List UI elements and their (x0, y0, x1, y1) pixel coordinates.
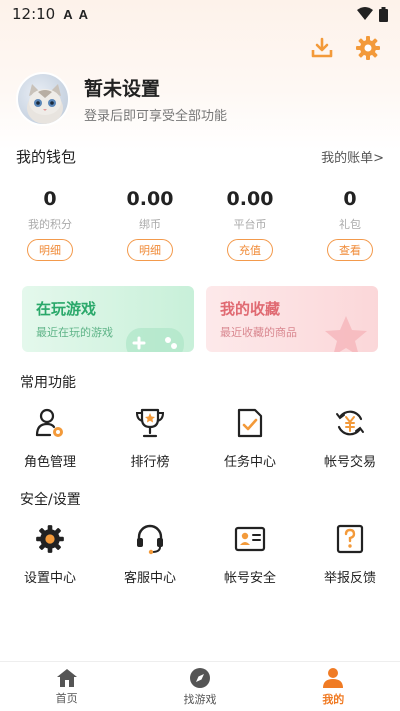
wallet-item-platform-coin: 0.00 平台币 充值 (200, 188, 300, 261)
security-settings-title: 安全/设置 (20, 492, 81, 508)
header-actions (308, 34, 382, 62)
account-trade-item[interactable]: 帐号交易 (300, 406, 400, 470)
wallet-value: 0.00 (226, 188, 274, 210)
id-card-icon (233, 522, 267, 556)
bottom-nav: 首页 找游戏 我的 (0, 661, 400, 711)
wallet-label: 礼包 (339, 218, 361, 231)
wallet-item-gift: 0 礼包 查看 (300, 188, 400, 261)
settings-center-item[interactable]: 设置中心 (0, 522, 100, 586)
common-functions-title: 常用功能 (20, 375, 76, 391)
account-security-item[interactable]: 帐号安全 (200, 522, 300, 586)
grid-label: 帐号安全 (223, 571, 276, 586)
favorites-card[interactable]: 我的收藏 最近收藏的商品 (206, 286, 378, 352)
notification-a-icon-2: A (78, 6, 89, 22)
wallet-item-bound-coin: 0.00 绑币 明细 (100, 188, 200, 261)
recharge-button[interactable]: 充值 (227, 239, 273, 261)
notification-a-icon: A (63, 6, 73, 22)
wallet-header: 我的钱包 我的账单> (16, 146, 384, 167)
compass-icon (189, 667, 210, 688)
playing-games-card[interactable]: 在玩游戏 最近在玩的游戏 (22, 286, 194, 352)
trophy-icon (133, 406, 167, 440)
nav-mine[interactable]: 我的 (267, 662, 400, 711)
wallet-title: 我的钱包 (16, 148, 77, 166)
grid-label: 角色管理 (23, 455, 76, 470)
common-functions-grid: 角色管理 排行榜 任务中心 帐号交易 (0, 406, 400, 470)
task-center-item[interactable]: 任务中心 (200, 406, 300, 470)
card-title: 在玩游戏 (36, 300, 97, 318)
leaderboard-item[interactable]: 排行榜 (100, 406, 200, 470)
profile-section[interactable]: 暂未设置 登录后即可享受全部功能 (16, 72, 227, 126)
trade-icon (333, 406, 367, 440)
wallet-value: 0 (343, 188, 357, 210)
nav-label: 找游戏 (183, 692, 217, 706)
status-time: 12:10 (12, 5, 56, 23)
customer-service-item[interactable]: 客服中心 (100, 522, 200, 586)
settings-icon (33, 522, 67, 556)
wallet-value: 0.00 (126, 188, 174, 210)
nav-label: 首页 (55, 691, 78, 705)
profile-name[interactable]: 暂未设置 (84, 74, 227, 101)
gift-view-button[interactable]: 查看 (327, 239, 373, 261)
gear-icon[interactable] (354, 34, 382, 62)
home-icon (56, 668, 77, 687)
report-feedback-item[interactable]: 举报反馈 (300, 522, 400, 586)
battery-icon (379, 6, 388, 22)
avatar[interactable] (16, 72, 70, 126)
security-settings-grid: 设置中心 客服中心 帐号安全 举报反馈 (0, 522, 400, 586)
wallet-grid: 0 我的积分 明细 0.00 绑币 明细 0.00 平台币 充值 0 礼包 查看 (0, 188, 400, 261)
points-detail-button[interactable]: 明细 (27, 239, 73, 261)
bound-coin-detail-button[interactable]: 明细 (127, 239, 173, 261)
gamepad-icon (126, 328, 184, 352)
nav-find-games[interactable]: 找游戏 (133, 662, 266, 711)
task-icon (233, 406, 267, 440)
headset-icon (133, 522, 167, 556)
wallet-item-points: 0 我的积分 明细 (0, 188, 100, 261)
wifi-icon (357, 7, 373, 20)
grid-label: 客服中心 (123, 571, 176, 586)
wallet-value: 0 (43, 188, 57, 210)
quick-cards: 在玩游戏 最近在玩的游戏 我的收藏 最近收藏的商品 (22, 286, 378, 352)
download-icon[interactable] (308, 34, 336, 62)
grid-label: 举报反馈 (323, 571, 376, 586)
wallet-label: 我的积分 (28, 218, 72, 231)
report-icon (333, 522, 367, 556)
wallet-label: 绑币 (139, 218, 161, 231)
status-bar: 12:10 A A (0, 0, 400, 28)
wallet-label: 平台币 (233, 218, 267, 231)
grid-label: 排行榜 (130, 455, 170, 470)
star-icon (325, 316, 367, 352)
grid-label: 帐号交易 (323, 455, 376, 470)
grid-label: 任务中心 (223, 455, 276, 470)
nav-home[interactable]: 首页 (0, 662, 133, 711)
role-icon (33, 406, 67, 440)
grid-label: 设置中心 (23, 571, 76, 586)
user-icon (323, 667, 344, 688)
profile-subtitle: 登录后即可享受全部功能 (84, 109, 228, 124)
role-management-item[interactable]: 角色管理 (0, 406, 100, 470)
my-bill-link[interactable]: 我的账单> (321, 147, 384, 166)
nav-label: 我的 (322, 692, 345, 706)
